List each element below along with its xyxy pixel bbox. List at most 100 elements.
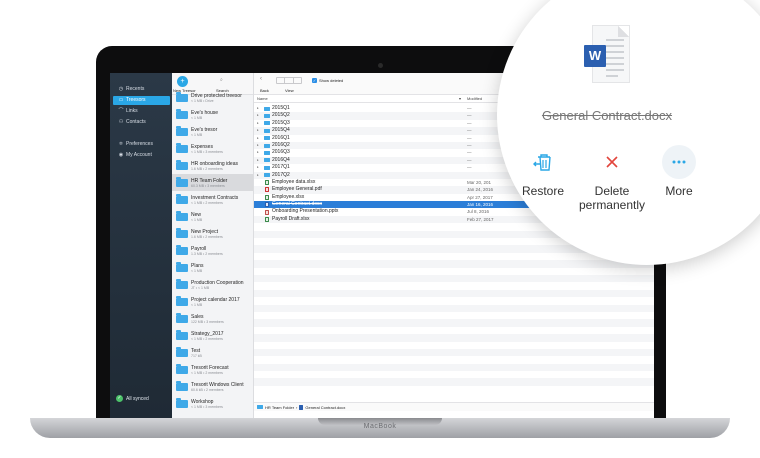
document-line bbox=[606, 51, 624, 53]
folder-icon: ▭ bbox=[118, 97, 124, 103]
column-modified[interactable]: Modified bbox=[467, 95, 482, 103]
back-chevron-icon[interactable]: ‹ bbox=[260, 76, 262, 82]
folder-icon bbox=[176, 245, 188, 255]
path-folder[interactable]: HR Team Folder bbox=[265, 403, 294, 412]
file-name: 2015Q2 bbox=[272, 112, 290, 119]
file-name: Employee data.xlsx bbox=[272, 178, 316, 185]
treesor-item[interactable]: HR onboarding ideas 1.6 MB • 2 members bbox=[172, 157, 253, 174]
treesor-item[interactable]: Payroll 1.3 MB • 2 members bbox=[172, 242, 253, 259]
treesor-item-text: Production Cooperation JT • < 1 MB bbox=[191, 280, 244, 290]
xls-file-icon bbox=[265, 217, 269, 223]
treesor-item-text: Project calendar 2017 < 1 MB bbox=[191, 297, 240, 307]
treesor-item[interactable]: Workshop < 1 MB • 3 members bbox=[172, 395, 253, 412]
disclosure-triangle-icon[interactable]: ▸ bbox=[257, 149, 259, 156]
treesor-item[interactable]: New Project 1.6 MB • 2 members bbox=[172, 225, 253, 242]
folder-icon bbox=[264, 165, 270, 170]
disclosure-triangle-icon[interactable]: ▸ bbox=[257, 157, 259, 164]
more-button[interactable]: More bbox=[654, 145, 704, 198]
treesor-item[interactable]: Production Cooperation JT • < 1 MB bbox=[172, 276, 253, 293]
treesor-item[interactable]: Strategy_2017 < 1 MB • 2 members bbox=[172, 327, 253, 344]
treesor-item[interactable]: HR Team Folder 60.3 MB • 3 members bbox=[172, 174, 253, 191]
back-label: Back bbox=[260, 88, 269, 93]
disclosure-triangle-icon[interactable]: ▸ bbox=[257, 135, 259, 142]
file-name: Payroll Draft.xlsx bbox=[272, 215, 310, 222]
treesor-item-text: Tresorit Forecast < 1 MB • 2 members bbox=[191, 365, 229, 375]
deleted-file-name: General Contract.docx bbox=[541, 108, 673, 123]
treesor-item[interactable]: Expenses < 1 MB • 3 members bbox=[172, 140, 253, 157]
pdf-file-icon bbox=[265, 187, 269, 193]
treesor-meta: < 1 MB bbox=[191, 115, 203, 120]
empty-row bbox=[254, 348, 654, 357]
disclosure-triangle-icon[interactable]: ▸ bbox=[257, 120, 259, 127]
file-name: 2017Q1 bbox=[272, 164, 290, 171]
treesor-item[interactable]: Project calendar 2017 < 1 MB bbox=[172, 293, 253, 310]
sidebar-item-label: My Account bbox=[126, 152, 152, 158]
view-toggle[interactable] bbox=[276, 77, 302, 84]
disclosure-triangle-icon[interactable]: ▸ bbox=[257, 112, 259, 119]
treesor-item[interactable]: Tresorit Windows Client 60.6 kB • 2 membe… bbox=[172, 378, 253, 395]
ppt-file-icon bbox=[265, 209, 269, 215]
folder-icon bbox=[264, 136, 270, 141]
treesor-meta: < 1 MB bbox=[191, 132, 203, 137]
treesor-name: Plans bbox=[191, 262, 204, 269]
folder-icon bbox=[264, 114, 270, 119]
treesor-item[interactable]: Test 717 kB bbox=[172, 344, 253, 361]
treesor-item-text: Test 717 kB bbox=[191, 348, 202, 358]
treesor-item[interactable]: Tresorit Forecast < 1 MB • 2 members bbox=[172, 361, 253, 378]
file-name: 2016Q4 bbox=[272, 156, 290, 163]
folder-icon bbox=[264, 121, 270, 126]
treesor-name: Tresorit Windows Client bbox=[191, 381, 244, 388]
search-icon[interactable]: ⌕ bbox=[220, 77, 223, 83]
treesor-meta: < 1 MB • 2 members bbox=[191, 336, 223, 341]
treesor-item[interactable]: Plans < 1 MB bbox=[172, 259, 253, 276]
column-name[interactable]: Name bbox=[257, 95, 268, 103]
treesor-item[interactable]: New < 1 MB bbox=[172, 208, 253, 225]
document-line bbox=[606, 69, 624, 71]
delete-permanently-button[interactable]: Delete permanently bbox=[575, 145, 649, 212]
sidebar-item-recents[interactable]: ◷ Recents bbox=[113, 85, 170, 94]
file-name: 2017Q2 bbox=[272, 171, 290, 178]
document-line bbox=[606, 63, 624, 65]
file-modified: — bbox=[467, 165, 472, 171]
treesor-item[interactable]: Drive protected treesor < 1 MB • Drive bbox=[172, 89, 253, 106]
treesor-item[interactable]: Eve's tresor < 1 MB bbox=[172, 123, 253, 140]
treesor-item[interactable]: Eve's house < 1 MB bbox=[172, 106, 253, 123]
show-deleted-checkbox[interactable]: ✓ bbox=[312, 78, 317, 83]
new-treesor-button[interactable]: + bbox=[177, 76, 188, 87]
disclosure-triangle-icon[interactable]: ▸ bbox=[257, 164, 259, 171]
file-name: 2015Q3 bbox=[272, 119, 290, 126]
empty-row bbox=[254, 378, 654, 386]
empty-row bbox=[254, 342, 654, 349]
device-label: MacBook bbox=[363, 423, 397, 430]
sidebar-item-treesors[interactable]: ▭ Treesors bbox=[113, 96, 170, 105]
restore-button[interactable]: Restore bbox=[515, 145, 571, 198]
sidebar-item-my-account[interactable]: ◉ My Account bbox=[113, 151, 170, 160]
disclosure-triangle-icon[interactable]: ▸ bbox=[257, 127, 259, 134]
path-file[interactable]: General Contract.docx bbox=[305, 403, 345, 412]
disclosure-triangle-icon[interactable]: ▸ bbox=[257, 105, 259, 112]
treesor-name: HR onboarding ideas bbox=[191, 160, 238, 167]
file-modified: — bbox=[467, 120, 472, 126]
sidebar-item-links[interactable]: ⌒ Links bbox=[113, 107, 170, 116]
sidebar-item-preferences[interactable]: ≑ Preferences bbox=[113, 140, 170, 149]
folder-icon bbox=[176, 126, 188, 136]
treesor-item-text: Eve's tresor < 1 MB bbox=[191, 127, 217, 137]
close-x-svg bbox=[606, 156, 618, 168]
more-dots-icon bbox=[662, 145, 696, 179]
folder-icon bbox=[176, 347, 188, 357]
treesor-item[interactable]: Sales 122 MB • 3 members bbox=[172, 310, 253, 327]
disclosure-triangle-icon[interactable]: ▸ bbox=[257, 142, 259, 149]
page-fold bbox=[618, 26, 629, 37]
treesor-name: HR Team Folder bbox=[191, 177, 228, 184]
treesor-item[interactable]: Investment Contracts < 1 MB • 2 members bbox=[172, 191, 253, 208]
folder-icon bbox=[176, 194, 188, 204]
treesor-item-text: Expenses < 1 MB • 3 members bbox=[191, 144, 223, 154]
disclosure-triangle-icon[interactable]: ▸ bbox=[257, 172, 259, 179]
file-name: 2016Q3 bbox=[272, 149, 290, 156]
document-line bbox=[606, 39, 624, 41]
sidebar-item-contacts[interactable]: ⚇ Contacts bbox=[113, 118, 170, 127]
file-modified: — bbox=[467, 128, 472, 134]
word-document-icon: W bbox=[584, 25, 630, 83]
treesor-item-text: Drive protected treesor < 1 MB • Drive bbox=[191, 93, 242, 103]
treesor-item-text: HR Team Folder 60.3 MB • 3 members bbox=[191, 178, 227, 188]
